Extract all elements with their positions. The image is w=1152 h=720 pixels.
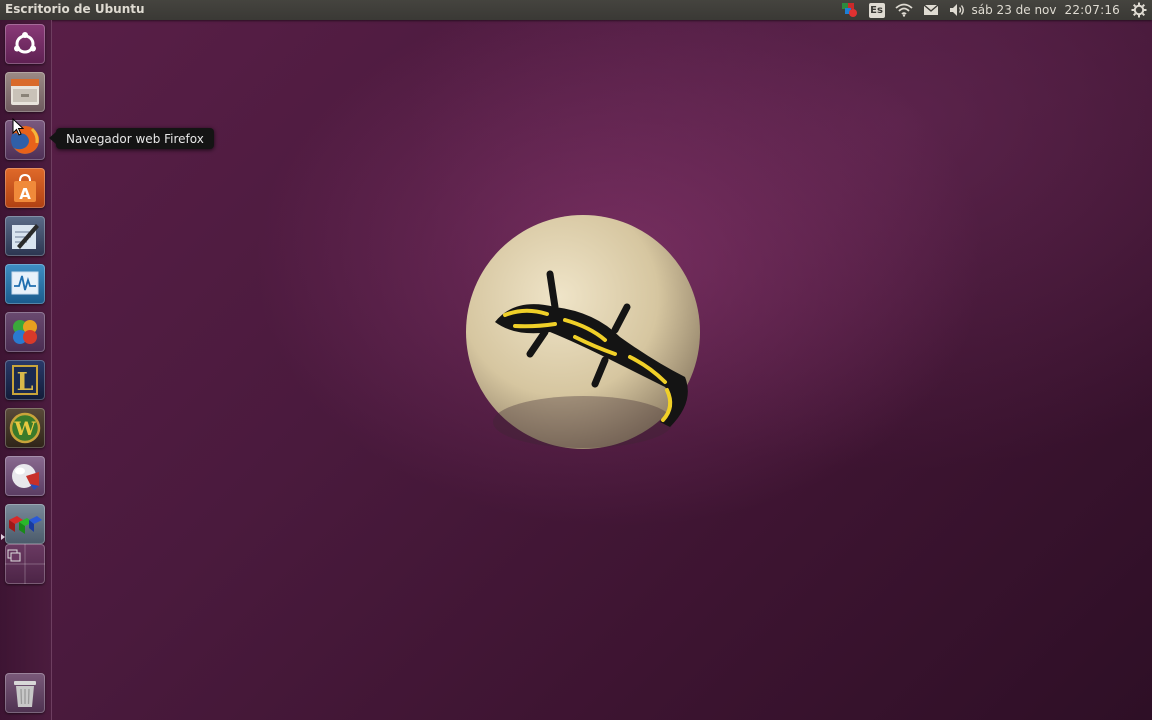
letter-w-icon: W [9, 412, 41, 444]
clock-label[interactable]: 22:07:16 [1065, 3, 1121, 17]
launcher-item-dash-home[interactable] [5, 24, 45, 64]
cubes-icon [9, 516, 42, 534]
sphere-icon [12, 464, 39, 490]
launcher: A L W [0, 20, 52, 720]
svg-text:W: W [13, 418, 36, 440]
mouse-cursor-icon [12, 118, 24, 136]
shopping-bag-icon: A [14, 173, 36, 203]
monitor-graph-icon [11, 271, 39, 295]
svg-text:A: A [19, 185, 31, 203]
clover-icon [13, 320, 37, 344]
launcher-item-disk-app[interactable] [5, 456, 45, 496]
app-indicator-icon[interactable] [841, 0, 859, 20]
launcher-item-trash[interactable] [5, 673, 45, 713]
indicator-area: Es sáb 23 de nov 22:07:16 [836, 0, 1152, 20]
launcher-item-software-center[interactable]: A [5, 168, 45, 208]
launcher-tooltip: Navegador web Firefox [49, 128, 214, 149]
svg-text:L: L [17, 367, 34, 396]
keyboard-layout-indicator[interactable]: Es [868, 0, 885, 20]
volume-icon[interactable] [949, 0, 967, 20]
launcher-item-playonlinux[interactable] [5, 312, 45, 352]
mail-icon[interactable] [923, 0, 939, 20]
wallpaper-salamander-rock [466, 215, 700, 449]
launcher-item-system-monitor[interactable] [5, 264, 45, 304]
launcher-item-text-editor[interactable] [5, 216, 45, 256]
date-label[interactable]: sáb 23 de nov [972, 3, 1057, 17]
ubuntu-logo-icon [14, 32, 36, 54]
letter-l-icon: L [12, 365, 38, 396]
top-panel: Escritorio de Ubuntu Es sáb 23 de nov 22… [0, 0, 1152, 20]
keyboard-layout-label: Es [868, 2, 885, 18]
launcher-item-compiz-config[interactable] [5, 504, 45, 544]
workspace-icon [5, 544, 45, 584]
pen-icon [12, 224, 39, 249]
file-cabinet-icon [11, 79, 39, 105]
launcher-item-firefox[interactable] [5, 120, 45, 160]
launcher-item-files[interactable] [5, 72, 45, 112]
gear-icon[interactable] [1131, 0, 1147, 20]
launcher-item-league-of-legends[interactable]: L [5, 360, 45, 400]
running-app-indicator [1, 534, 5, 540]
launcher-item-workspace-switcher[interactable] [5, 544, 45, 584]
launcher-item-world-of-warcraft[interactable]: W [5, 408, 45, 448]
window-title: Escritorio de Ubuntu [5, 2, 145, 16]
trash-icon [14, 681, 36, 707]
wifi-icon[interactable] [894, 0, 913, 20]
